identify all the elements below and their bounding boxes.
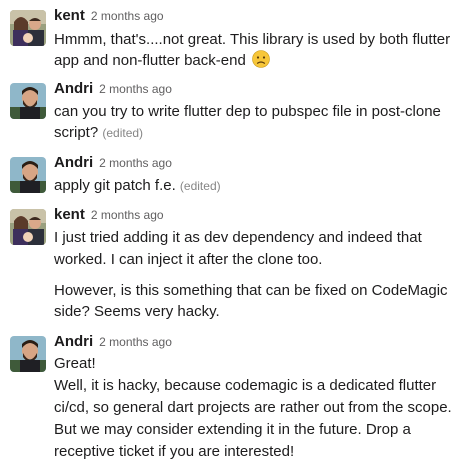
worried-face-emoji[interactable] (252, 50, 270, 68)
message-text: I just tried adding it as dev dependency… (54, 229, 422, 246)
message-text: script? (edited) (54, 122, 143, 144)
message-text: ci/cd, so general dart projects are rath… (54, 399, 452, 416)
message-header: kent 2 months ago (54, 206, 164, 226)
message-text-line: script? (54, 124, 99, 141)
edited-label: (edited) (179, 179, 221, 193)
avatar-andri[interactable] (10, 83, 46, 119)
message-text: receptive ticket if you are interested! (54, 443, 295, 460)
author-name[interactable]: kent (54, 7, 85, 24)
author-name[interactable]: kent (54, 206, 85, 223)
message-text: However, is this something that can be f… (54, 282, 448, 299)
message-text: Well, it is hacky, because codemagic is … (54, 377, 437, 394)
message-text-line: apply git patch f.e. (54, 177, 176, 194)
timestamp[interactable]: 2 months ago (91, 208, 164, 222)
message-text: apply git patch f.e. (edited) (54, 175, 221, 197)
message-header: Andri 2 months ago (54, 154, 172, 174)
avatar-andri[interactable] (10, 336, 46, 372)
message-text: Great! (54, 355, 96, 372)
message-text: worked. I can inject it after the clone … (54, 251, 323, 268)
message-header: Andri 2 months ago (54, 80, 172, 100)
message-text: app and non-flutter back-end (54, 50, 270, 72)
author-name[interactable]: Andri (54, 80, 93, 97)
author-name[interactable]: Andri (54, 154, 93, 171)
message-text: side? Seems very hacky. (54, 303, 220, 320)
author-name[interactable]: Andri (54, 333, 93, 350)
timestamp[interactable]: 2 months ago (99, 82, 172, 96)
timestamp[interactable]: 2 months ago (99, 335, 172, 349)
message-text: can you try to write flutter dep to pubs… (54, 103, 441, 120)
avatar-kent[interactable] (10, 10, 46, 46)
timestamp[interactable]: 2 months ago (91, 9, 164, 23)
message-text: Hmmm, that's....not great. This library … (54, 31, 451, 48)
message-header: kent 2 months ago (54, 7, 164, 27)
message-text-line: app and non-flutter back-end (54, 52, 246, 69)
message-text: But we may consider extending it in the … (54, 421, 411, 438)
avatar-kent[interactable] (10, 209, 46, 245)
edited-label: (edited) (102, 126, 144, 140)
timestamp[interactable]: 2 months ago (99, 156, 172, 170)
avatar-andri[interactable] (10, 157, 46, 193)
message-header: Andri 2 months ago (54, 333, 172, 353)
